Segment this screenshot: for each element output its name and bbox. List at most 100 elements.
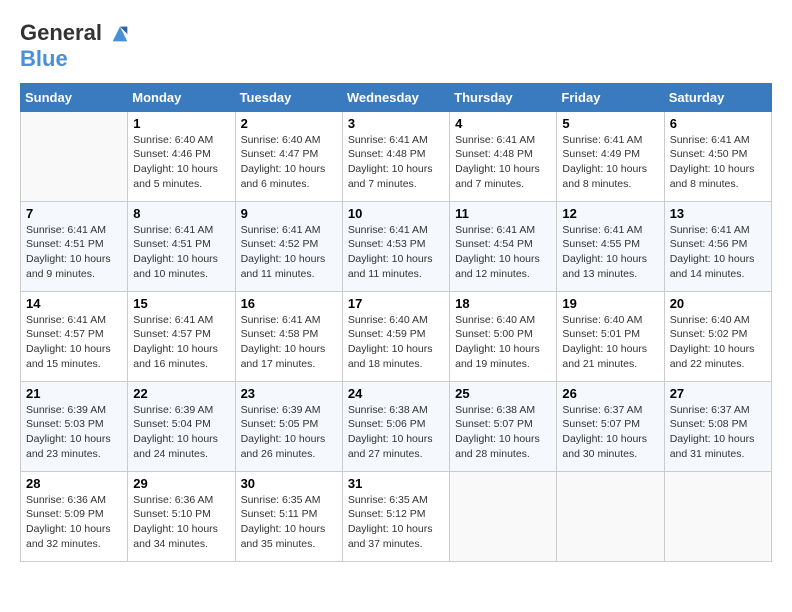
day-number: 29 (133, 476, 229, 491)
day-number: 31 (348, 476, 444, 491)
day-number: 6 (670, 116, 766, 131)
day-info: Sunrise: 6:40 AM Sunset: 4:47 PM Dayligh… (241, 133, 337, 192)
daylight-text: Daylight: 10 hours and 5 minutes. (133, 163, 218, 190)
daylight-text: Daylight: 10 hours and 10 minutes. (133, 253, 218, 280)
day-info: Sunrise: 6:41 AM Sunset: 4:54 PM Dayligh… (455, 223, 551, 282)
day-number: 16 (241, 296, 337, 311)
daylight-text: Daylight: 10 hours and 11 minutes. (348, 253, 433, 280)
day-number: 9 (241, 206, 337, 221)
calendar-day-cell: 25 Sunrise: 6:38 AM Sunset: 5:07 PM Dayl… (450, 381, 557, 471)
day-info: Sunrise: 6:41 AM Sunset: 4:57 PM Dayligh… (26, 313, 122, 372)
calendar-day-cell: 8 Sunrise: 6:41 AM Sunset: 4:51 PM Dayli… (128, 201, 235, 291)
sunrise-text: Sunrise: 6:41 AM (26, 314, 106, 326)
day-info: Sunrise: 6:39 AM Sunset: 5:05 PM Dayligh… (241, 403, 337, 462)
day-info: Sunrise: 6:41 AM Sunset: 4:51 PM Dayligh… (26, 223, 122, 282)
sunrise-text: Sunrise: 6:41 AM (670, 134, 750, 146)
sunrise-text: Sunrise: 6:41 AM (348, 224, 428, 236)
sunset-text: Sunset: 5:10 PM (133, 508, 211, 520)
day-number: 20 (670, 296, 766, 311)
sunrise-text: Sunrise: 6:38 AM (348, 404, 428, 416)
sunset-text: Sunset: 4:50 PM (670, 148, 748, 160)
daylight-text: Daylight: 10 hours and 21 minutes. (562, 343, 647, 370)
sunset-text: Sunset: 4:48 PM (455, 148, 533, 160)
day-info: Sunrise: 6:40 AM Sunset: 5:01 PM Dayligh… (562, 313, 658, 372)
calendar-day-cell: 4 Sunrise: 6:41 AM Sunset: 4:48 PM Dayli… (450, 111, 557, 201)
day-number: 8 (133, 206, 229, 221)
day-info: Sunrise: 6:37 AM Sunset: 5:08 PM Dayligh… (670, 403, 766, 462)
sunset-text: Sunset: 4:57 PM (26, 328, 104, 340)
calendar-day-cell: 10 Sunrise: 6:41 AM Sunset: 4:53 PM Dayl… (342, 201, 449, 291)
calendar-day-cell: 27 Sunrise: 6:37 AM Sunset: 5:08 PM Dayl… (664, 381, 771, 471)
weekday-header: Wednesday (342, 83, 449, 111)
day-info: Sunrise: 6:39 AM Sunset: 5:03 PM Dayligh… (26, 403, 122, 462)
sunset-text: Sunset: 5:05 PM (241, 418, 319, 430)
calendar-day-cell: 18 Sunrise: 6:40 AM Sunset: 5:00 PM Dayl… (450, 291, 557, 381)
sunset-text: Sunset: 4:52 PM (241, 238, 319, 250)
sunset-text: Sunset: 4:51 PM (133, 238, 211, 250)
day-info: Sunrise: 6:40 AM Sunset: 5:00 PM Dayligh… (455, 313, 551, 372)
weekday-header: Monday (128, 83, 235, 111)
weekday-header: Tuesday (235, 83, 342, 111)
calendar-week-row: 14 Sunrise: 6:41 AM Sunset: 4:57 PM Dayl… (21, 291, 772, 381)
sunset-text: Sunset: 5:01 PM (562, 328, 640, 340)
day-info: Sunrise: 6:40 AM Sunset: 4:46 PM Dayligh… (133, 133, 229, 192)
sunrise-text: Sunrise: 6:38 AM (455, 404, 535, 416)
sunset-text: Sunset: 5:02 PM (670, 328, 748, 340)
sunset-text: Sunset: 4:57 PM (133, 328, 211, 340)
day-number: 21 (26, 386, 122, 401)
calendar-day-cell: 30 Sunrise: 6:35 AM Sunset: 5:11 PM Dayl… (235, 471, 342, 561)
sunrise-text: Sunrise: 6:35 AM (241, 494, 321, 506)
sunrise-text: Sunrise: 6:40 AM (133, 134, 213, 146)
sunrise-text: Sunrise: 6:35 AM (348, 494, 428, 506)
day-number: 26 (562, 386, 658, 401)
daylight-text: Daylight: 10 hours and 34 minutes. (133, 523, 218, 550)
page-header: General Blue (20, 20, 772, 73)
calendar-day-cell: 3 Sunrise: 6:41 AM Sunset: 4:48 PM Dayli… (342, 111, 449, 201)
day-number: 27 (670, 386, 766, 401)
sunrise-text: Sunrise: 6:41 AM (133, 224, 213, 236)
daylight-text: Daylight: 10 hours and 26 minutes. (241, 433, 326, 460)
day-info: Sunrise: 6:41 AM Sunset: 4:48 PM Dayligh… (455, 133, 551, 192)
sunrise-text: Sunrise: 6:41 AM (455, 224, 535, 236)
day-info: Sunrise: 6:41 AM Sunset: 4:49 PM Dayligh… (562, 133, 658, 192)
day-number: 17 (348, 296, 444, 311)
sunrise-text: Sunrise: 6:41 AM (241, 314, 321, 326)
day-number: 25 (455, 386, 551, 401)
day-number: 7 (26, 206, 122, 221)
calendar-day-cell: 24 Sunrise: 6:38 AM Sunset: 5:06 PM Dayl… (342, 381, 449, 471)
calendar-day-cell: 9 Sunrise: 6:41 AM Sunset: 4:52 PM Dayli… (235, 201, 342, 291)
day-info: Sunrise: 6:36 AM Sunset: 5:09 PM Dayligh… (26, 493, 122, 552)
calendar-day-cell: 14 Sunrise: 6:41 AM Sunset: 4:57 PM Dayl… (21, 291, 128, 381)
day-number: 14 (26, 296, 122, 311)
sunrise-text: Sunrise: 6:36 AM (133, 494, 213, 506)
calendar-header-row: SundayMondayTuesdayWednesdayThursdayFrid… (21, 83, 772, 111)
calendar-day-cell: 6 Sunrise: 6:41 AM Sunset: 4:50 PM Dayli… (664, 111, 771, 201)
sunset-text: Sunset: 5:07 PM (562, 418, 640, 430)
day-info: Sunrise: 6:41 AM Sunset: 4:56 PM Dayligh… (670, 223, 766, 282)
day-info: Sunrise: 6:41 AM Sunset: 4:51 PM Dayligh… (133, 223, 229, 282)
calendar-day-cell (557, 471, 664, 561)
day-number: 5 (562, 116, 658, 131)
calendar-day-cell: 21 Sunrise: 6:39 AM Sunset: 5:03 PM Dayl… (21, 381, 128, 471)
day-number: 18 (455, 296, 551, 311)
calendar-day-cell: 20 Sunrise: 6:40 AM Sunset: 5:02 PM Dayl… (664, 291, 771, 381)
day-info: Sunrise: 6:40 AM Sunset: 5:02 PM Dayligh… (670, 313, 766, 372)
sunset-text: Sunset: 4:55 PM (562, 238, 640, 250)
day-number: 19 (562, 296, 658, 311)
day-number: 12 (562, 206, 658, 221)
day-info: Sunrise: 6:40 AM Sunset: 4:59 PM Dayligh… (348, 313, 444, 372)
daylight-text: Daylight: 10 hours and 13 minutes. (562, 253, 647, 280)
calendar-day-cell: 28 Sunrise: 6:36 AM Sunset: 5:09 PM Dayl… (21, 471, 128, 561)
weekday-header: Saturday (664, 83, 771, 111)
day-number: 11 (455, 206, 551, 221)
calendar-day-cell: 29 Sunrise: 6:36 AM Sunset: 5:10 PM Dayl… (128, 471, 235, 561)
day-number: 23 (241, 386, 337, 401)
daylight-text: Daylight: 10 hours and 37 minutes. (348, 523, 433, 550)
daylight-text: Daylight: 10 hours and 27 minutes. (348, 433, 433, 460)
daylight-text: Daylight: 10 hours and 9 minutes. (26, 253, 111, 280)
calendar-day-cell: 23 Sunrise: 6:39 AM Sunset: 5:05 PM Dayl… (235, 381, 342, 471)
sunrise-text: Sunrise: 6:36 AM (26, 494, 106, 506)
day-number: 13 (670, 206, 766, 221)
calendar-week-row: 7 Sunrise: 6:41 AM Sunset: 4:51 PM Dayli… (21, 201, 772, 291)
sunset-text: Sunset: 4:53 PM (348, 238, 426, 250)
